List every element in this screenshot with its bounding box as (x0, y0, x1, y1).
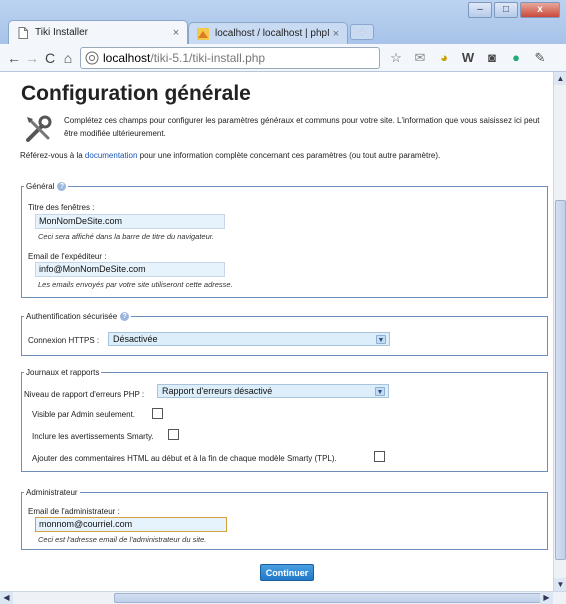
vertical-scrollbar[interactable]: ▲ ▼ (553, 72, 566, 591)
browser-titlebar: Tiki Installer × localhost / localhost |… (0, 0, 566, 44)
minimize-button[interactable]: – (468, 2, 492, 18)
sender-email-hint: Les emails envoyés par votre site utilis… (38, 280, 233, 289)
html-comments-checkbox[interactable] (374, 451, 385, 462)
horizontal-scrollbar[interactable]: ◀ ▶ (0, 591, 566, 604)
help-icon[interactable]: ? (57, 182, 67, 191)
gmail-icon[interactable]: ✉ (412, 50, 428, 66)
admin-email-label: Email de l'administrateur : (28, 507, 120, 516)
browser-title-label: Titre des fenêtres : (28, 203, 95, 212)
browser-toolbar: ← → C ⌂ localhost/tiki-5.1/tiki-install.… (0, 44, 566, 72)
url-host: localhost (103, 51, 151, 65)
admin-email-input[interactable]: monnom@courriel.com (35, 517, 227, 532)
chevron-down-icon: ▼ (375, 387, 385, 396)
admin-only-checkbox[interactable] (152, 408, 163, 419)
browser-title-input[interactable]: MonNomDeSite.com (35, 214, 225, 229)
admin-legend-label: Administrateur (26, 488, 78, 497)
wrench-icon[interactable]: ✎ (532, 50, 548, 66)
scroll-up-icon[interactable]: ▲ (554, 72, 566, 85)
error-level-label: Niveau de rapport d'erreurs PHP : (24, 390, 145, 399)
tab-tiki-installer[interactable]: Tiki Installer × (8, 20, 188, 44)
new-tab-button[interactable]: + (350, 24, 374, 40)
home-icon[interactable]: ⌂ (60, 50, 76, 66)
scroll-down-icon[interactable]: ▼ (554, 578, 566, 591)
html-comments-label: Ajouter des commentaires HTML au début e… (32, 454, 337, 463)
https-login-label: Connexion HTTPS : (28, 336, 100, 345)
tab-label: Tiki Installer (35, 27, 88, 38)
color-wheel-icon[interactable]: ● (508, 50, 524, 66)
back-icon[interactable]: ← (6, 50, 22, 66)
tab-close-icon[interactable]: × (169, 27, 183, 39)
admin-only-label: Visible par Admin seulement. (32, 410, 136, 419)
tab-close-icon[interactable]: × (329, 28, 343, 40)
error-level-value: Rapport d'erreurs désactivé (162, 386, 273, 396)
url-path: /tiki-5.1/tiki-install.php (150, 51, 266, 65)
close-window-button[interactable]: x (520, 2, 560, 18)
star-icon[interactable]: ☆ (388, 50, 404, 66)
secure-login-legend-label: Authentification sécurisée (26, 312, 118, 321)
scroll-right-icon[interactable]: ▶ (540, 592, 553, 604)
browser-title-hint: Ceci sera affiché dans la barre de titre… (38, 232, 215, 241)
logging-legend-label: Journaux et rapports (26, 368, 100, 377)
scroll-left-icon[interactable]: ◀ (0, 592, 13, 604)
sender-email-label: Email de l'expéditeur : (28, 252, 107, 261)
documentation-link[interactable]: documentation (85, 151, 137, 160)
smarty-notice-label: Inclure les avertissements Smarty. (32, 432, 154, 441)
reference-prefix: Référez-vous à la (20, 151, 85, 160)
error-level-select[interactable]: Rapport d'erreurs désactivé ▼ (157, 384, 389, 398)
reload-icon[interactable]: C (42, 50, 58, 66)
pie-icon[interactable]: ◕ (436, 50, 452, 66)
page-info-icon[interactable] (85, 51, 99, 65)
smarty-notice-checkbox[interactable] (168, 429, 179, 440)
page-icon (17, 26, 29, 39)
secure-login-legend: Authentification sécurisée ? (24, 312, 131, 321)
scrollbar-thumb[interactable] (555, 200, 566, 560)
phpmyadmin-icon (197, 27, 209, 40)
forward-icon[interactable]: → (24, 50, 40, 66)
page-viewport: Configuration générale Complétez ces cha… (6, 72, 553, 591)
address-bar[interactable]: localhost/tiki-5.1/tiki-install.php (80, 47, 380, 69)
scrollbar-thumb[interactable] (114, 593, 544, 603)
continue-button[interactable]: Continuer (260, 564, 314, 581)
reference-suffix: pour une information complète concernant… (137, 151, 441, 160)
chevron-down-icon: ▼ (376, 335, 386, 344)
camera-icon[interactable]: ◙ (484, 50, 500, 66)
https-login-value: Désactivée (113, 334, 158, 344)
intro-text: Complétez ces champs pour configurer les… (64, 116, 540, 138)
window-controls: – □ x (466, 2, 560, 18)
general-legend-label: Général (26, 182, 55, 191)
sender-email-input[interactable]: info@MonNomDeSite.com (35, 262, 225, 277)
admin-email-hint: Ceci est l'adresse email de l'administra… (38, 535, 207, 544)
page-title: Configuration générale (21, 82, 251, 105)
logging-legend: Journaux et rapports (24, 368, 101, 377)
tools-icon (24, 114, 54, 144)
help-icon[interactable]: ? (120, 312, 130, 321)
admin-legend: Administrateur (24, 488, 80, 497)
maximize-button[interactable]: □ (494, 2, 518, 18)
general-legend: Général ? (24, 182, 68, 191)
reference-text: Référez-vous à la documentation pour une… (20, 151, 550, 160)
w-icon[interactable]: W (460, 50, 476, 66)
tab-phpmyadmin[interactable]: localhost / localhost | phpM... × (188, 22, 348, 44)
https-login-select[interactable]: Désactivée ▼ (108, 332, 390, 346)
tab-label: localhost / localhost | phpM... (215, 28, 329, 39)
